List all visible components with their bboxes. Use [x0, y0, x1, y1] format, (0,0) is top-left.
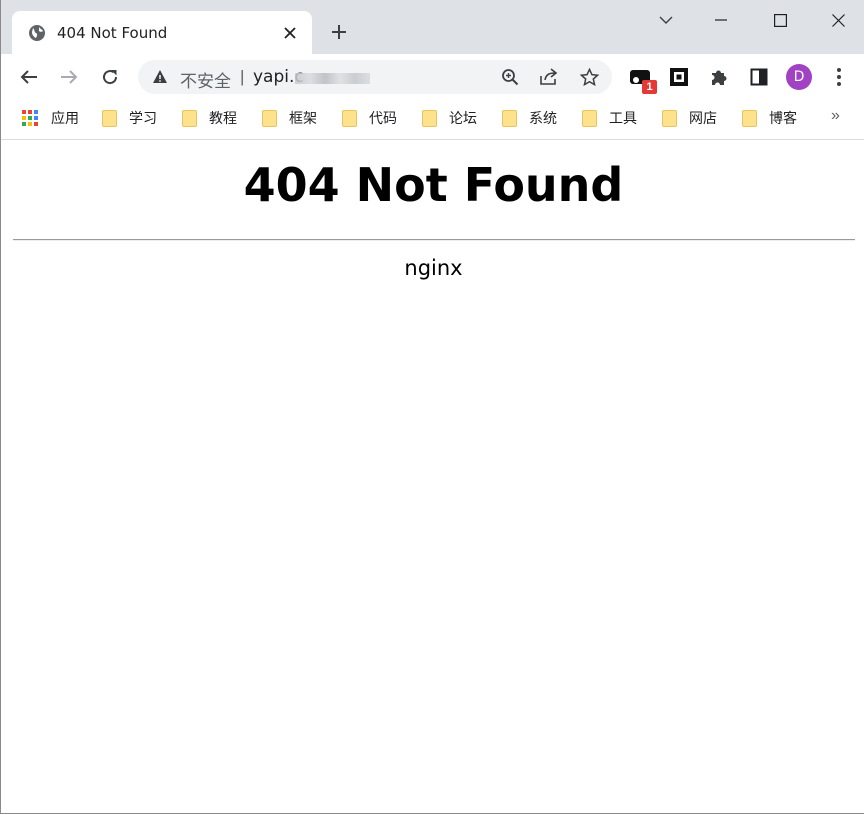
folder-icon: [182, 109, 197, 127]
bookmark-folder-6[interactable]: 工具: [582, 106, 637, 130]
bookmark-label: 系统: [529, 111, 557, 127]
page-content: 404 Not Found nginx: [1, 140, 864, 813]
folder-icon: [102, 109, 117, 127]
horizontal-rule: [13, 239, 855, 241]
bookmark-folder-3[interactable]: 代码: [342, 106, 397, 130]
redacted-url: [295, 73, 370, 84]
folder-icon: [422, 109, 437, 127]
extension-badge: 1: [642, 80, 657, 94]
bookmark-folder-1[interactable]: 教程: [182, 106, 237, 130]
apps-grid-icon: [22, 110, 38, 126]
bookmark-label: 代码: [369, 111, 397, 127]
folder-icon: [582, 109, 597, 127]
bookmark-folder-4[interactable]: 论坛: [422, 106, 477, 130]
bookmark-folder-5[interactable]: 系统: [502, 106, 557, 130]
maximize-icon[interactable]: [766, 6, 794, 34]
bookmark-label: 框架: [289, 111, 317, 127]
tab-close-icon[interactable]: [280, 23, 300, 43]
side-panel-icon[interactable]: [744, 62, 774, 92]
tab-title: 404 Not Found: [57, 24, 168, 42]
zoom-icon[interactable]: [500, 67, 520, 87]
navigation-toolbar: 不安全 | yapi.c D: [1, 54, 864, 100]
bookmark-folder-8[interactable]: 博客: [742, 106, 797, 130]
address-bar[interactable]: 不安全 | yapi.c: [138, 60, 612, 94]
bookmark-label: 工具: [609, 111, 637, 127]
bookmark-label: 论坛: [449, 111, 477, 127]
server-name: nginx: [404, 256, 463, 280]
tab-strip: 404 Not Found: [1, 0, 864, 54]
bookmark-label: 网店: [689, 111, 717, 127]
page-heading: 404 Not Found: [243, 158, 624, 212]
bookmarks-bar: 应用 学习 教程 框架 代码 论坛 系统 工具 网店 博客 »: [1, 100, 864, 140]
back-arrow-icon[interactable]: [14, 62, 44, 92]
folder-icon: [662, 109, 677, 127]
bookmark-folder-7[interactable]: 网店: [662, 106, 717, 130]
menu-kebab-icon[interactable]: [824, 62, 854, 92]
profile-avatar[interactable]: D: [786, 64, 812, 90]
new-tab-plus-icon[interactable]: [327, 20, 351, 44]
share-icon[interactable]: [539, 67, 559, 87]
bookmark-label: 学习: [129, 111, 157, 127]
omnibox-separator: |: [240, 67, 245, 86]
bookmark-folder-0[interactable]: 学习: [102, 106, 157, 130]
bookmark-label: 博客: [769, 111, 797, 127]
bookmark-label: 应用: [51, 111, 79, 127]
bookmark-star-icon[interactable]: [579, 67, 599, 87]
tab-active[interactable]: 404 Not Found: [12, 11, 312, 54]
minimize-icon[interactable]: [707, 6, 735, 34]
reload-icon[interactable]: [95, 62, 125, 92]
extension-frame-icon[interactable]: [664, 62, 694, 92]
puzzle-extensions-icon[interactable]: [704, 62, 734, 92]
folder-icon: [502, 109, 517, 127]
chevron-down-icon[interactable]: [652, 6, 680, 34]
folder-icon: [342, 109, 357, 127]
bookmarks-overflow-chevron[interactable]: »: [831, 107, 840, 125]
bookmark-folder-2[interactable]: 框架: [262, 106, 317, 130]
warning-icon[interactable]: [152, 69, 168, 85]
folder-icon: [742, 109, 757, 127]
bookmark-apps[interactable]: 应用: [22, 106, 79, 130]
browser-window: 404 Not Found 不安全 | yapi.c D 1 应用 学习 教程 …: [0, 0, 864, 814]
forward-arrow-icon[interactable]: [54, 62, 84, 92]
close-window-icon[interactable]: [824, 6, 852, 34]
bookmark-label: 教程: [209, 111, 237, 127]
globe-icon: [28, 24, 46, 42]
security-label[interactable]: 不安全: [180, 67, 231, 92]
folder-icon: [262, 109, 277, 127]
